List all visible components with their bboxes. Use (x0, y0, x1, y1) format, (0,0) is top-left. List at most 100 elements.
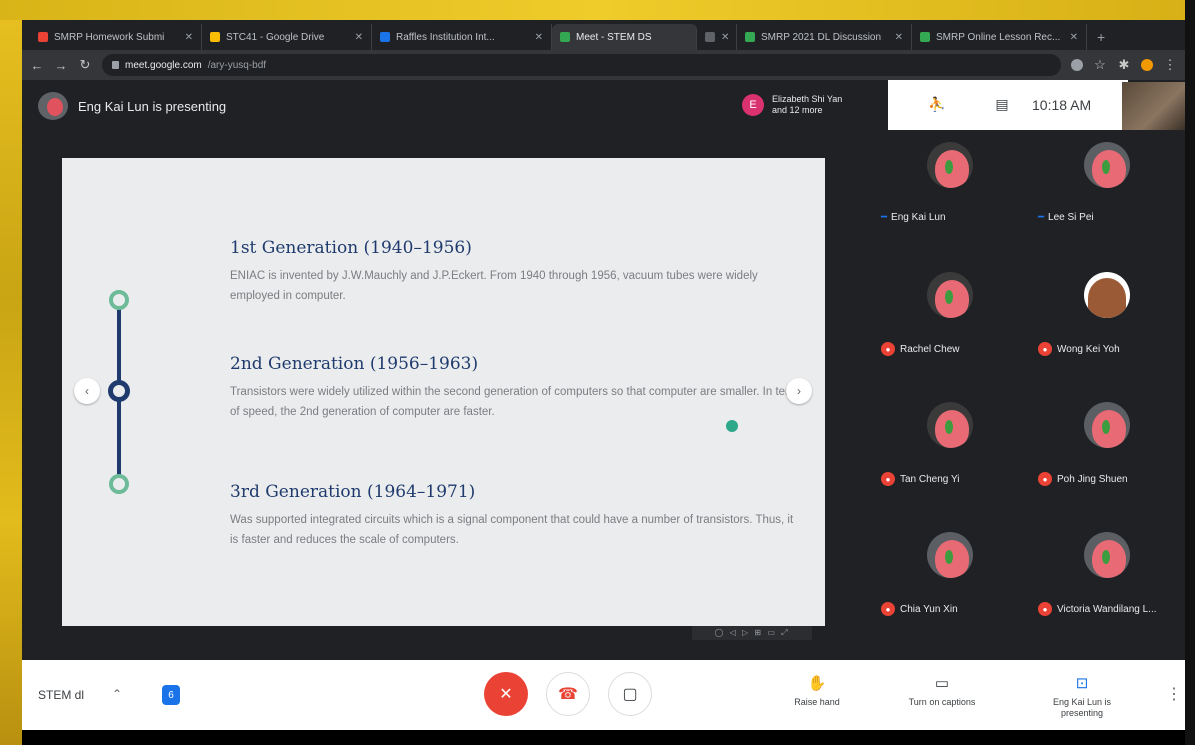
avatar (927, 272, 973, 318)
self-view-thumbnail[interactable] (1122, 82, 1185, 130)
avatar (1084, 272, 1130, 318)
presenting-button[interactable]: ⊡ Eng Kai Lun is presenting (1037, 674, 1127, 719)
menu-icon[interactable]: ⋮ (1163, 57, 1177, 73)
site-icon (380, 32, 390, 42)
chat-icon[interactable]: ▤ (993, 96, 1011, 112)
timeline-node-3 (109, 474, 129, 494)
participant-tile[interactable]: ● Rachel Chew (871, 260, 1028, 388)
hang-up-icon: ☎ (558, 686, 578, 703)
mic-off-icon: ● (1038, 602, 1052, 616)
avatar (927, 402, 973, 448)
participant-tile[interactable]: ● Chia Yun Xin (871, 520, 1028, 648)
mic-off-icon: ● (881, 342, 895, 356)
close-icon[interactable]: ✕ (1070, 32, 1078, 43)
prev-slide-button[interactable]: ‹ (74, 378, 100, 404)
captions-icon: ▭ (934, 675, 950, 692)
speaking-indicator-icon: ━ (1038, 212, 1044, 223)
generation-body: Transistors were widely utilized within … (230, 386, 799, 418)
slide-toolbar[interactable]: ◯ ◁ ▷ ⊞ ▭ ⤢ (692, 626, 812, 640)
tab-homework[interactable]: SMRP Homework Submi ✕ (30, 24, 202, 50)
mic-off-icon: ● (1038, 342, 1052, 356)
more-options-icon[interactable]: ⋮ (1166, 684, 1182, 704)
forward-icon[interactable]: → (54, 58, 68, 73)
mic-toggle-button[interactable]: ✕ (484, 672, 528, 716)
generation-1: 1st Generation (1940–1956) ENIAC is inve… (230, 238, 800, 306)
star-icon[interactable]: ☆ (1093, 57, 1107, 73)
clock: 10:18 AM (1032, 97, 1092, 113)
participant-tile[interactable]: ━ Lee Si Pei (1028, 130, 1185, 258)
extensions-icon[interactable]: ✱ (1117, 57, 1131, 73)
camera-toggle-button[interactable]: ▢ (608, 672, 652, 716)
tab-strip: SMRP Homework Submi ✕ STC41 - Google Dri… (22, 20, 1185, 50)
captions-button[interactable]: ▭ Turn on captions (897, 674, 987, 708)
frame-right (1185, 0, 1195, 745)
meeting-details[interactable]: STEM dl (38, 688, 84, 702)
raise-hand-button[interactable]: ✋ Raise hand (772, 674, 862, 708)
presentation-slide: 1st Generation (1940–1956) ENIAC is inve… (62, 158, 825, 640)
generation-title: 1st Generation (1940–1956) (230, 238, 472, 258)
address-bar-row: ← → ↻ meet.google.com/ary-yusq-bdf ☆ ✱ ⋮ (22, 50, 1185, 80)
meet-control-bar: STEM dl ⌃ 6 ✕ ☎ ▢ ✋ Raise hand ▭ Turn on… (22, 660, 1185, 730)
avatar (1084, 532, 1130, 578)
meet-top-right-panel: ⛹ ▤ 10:18 AM (888, 80, 1128, 130)
timeline-node-1 (109, 290, 129, 310)
pointer-cursor (726, 420, 738, 432)
mic-off-icon: ● (881, 602, 895, 616)
tab-lesson-rec[interactable]: SMRP Online Lesson Rec... ✕ (912, 24, 1087, 50)
meet-icon (560, 32, 570, 42)
profile-avatar[interactable] (1141, 59, 1153, 71)
tab-drive[interactable]: STC41 - Google Drive ✕ (202, 24, 372, 50)
yellow-frame-left (0, 0, 22, 745)
close-icon[interactable]: ✕ (185, 32, 193, 43)
tab-raffles[interactable]: Raffles Institution Int... ✕ (372, 24, 552, 50)
tab-meet[interactable]: Meet - STEM DS (552, 24, 697, 50)
generation-title: 3rd Generation (1964–1971) (230, 482, 476, 502)
tab-pinned[interactable]: ✕ (697, 24, 737, 50)
participant-tile[interactable]: ● Victoria Wandilang L... (1028, 520, 1185, 648)
participant-tile[interactable]: ● Poh Jing Shuen (1028, 390, 1185, 518)
tab-discussion[interactable]: SMRP 2021 DL Discussion ✕ (737, 24, 912, 50)
avatar (1084, 142, 1130, 188)
host-controls-icon[interactable]: 6 (162, 685, 180, 705)
mic-off-icon: ● (1038, 472, 1052, 486)
avatar (927, 142, 973, 188)
back-icon[interactable]: ← (30, 58, 44, 73)
yellow-frame-top (0, 0, 1195, 20)
generation-body: ENIAC is invented by J.W.Mauchly and J.P… (230, 270, 758, 302)
viewers-indicator[interactable]: E Elizabeth Shi Yan and 12 more (742, 94, 852, 116)
speaking-indicator-icon: ━ (881, 212, 887, 223)
present-icon: ⊡ (1075, 675, 1089, 692)
new-tab-button[interactable]: + (1087, 24, 1115, 50)
sheets-icon (745, 32, 755, 42)
mic-off-icon: ● (881, 472, 895, 486)
browser-window: SMRP Homework Submi ✕ STC41 - Google Dri… (22, 20, 1185, 730)
reload-icon[interactable]: ↻ (78, 57, 92, 73)
avatar (1084, 402, 1130, 448)
participants-grid: ━ Eng Kai Lun ━ Lee Si Pei ● Rachel Chew ● W… (867, 130, 1185, 660)
leave-call-button[interactable]: ☎ (546, 672, 590, 716)
sheets-icon (920, 32, 930, 42)
close-icon[interactable]: ✕ (895, 32, 903, 43)
hand-icon: ✋ (807, 675, 827, 692)
people-icon[interactable]: ⛹ (928, 96, 946, 112)
mic-off-icon: ✕ (499, 686, 513, 703)
close-icon[interactable]: ✕ (535, 32, 543, 43)
presenting-label: Eng Kai Lun is presenting (78, 99, 227, 114)
close-icon[interactable]: ✕ (355, 32, 363, 43)
close-icon[interactable]: ✕ (721, 32, 729, 43)
chevron-up-icon[interactable]: ⌃ (112, 687, 122, 701)
participant-tile[interactable]: ● Tan Cheng Yi (871, 390, 1028, 518)
next-slide-button[interactable]: › (786, 378, 812, 404)
participant-tile[interactable]: ● Wong Kei Yoh (1028, 260, 1185, 388)
presenter-avatar (38, 92, 68, 120)
viewers-text: Elizabeth Shi Yan and 12 more (772, 94, 843, 115)
drive-icon (210, 32, 220, 42)
meet-header: Eng Kai Lun is presenting E Elizabeth Sh… (22, 80, 1185, 130)
camera-icon: ▢ (622, 686, 638, 703)
tab-icon (705, 32, 715, 42)
url-input[interactable]: meet.google.com/ary-yusq-bdf (102, 54, 1061, 76)
gmail-icon (38, 32, 48, 42)
camera-indicator-icon[interactable] (1071, 59, 1083, 71)
participant-tile[interactable]: ━ Eng Kai Lun (871, 130, 1028, 258)
lock-icon (112, 61, 119, 69)
